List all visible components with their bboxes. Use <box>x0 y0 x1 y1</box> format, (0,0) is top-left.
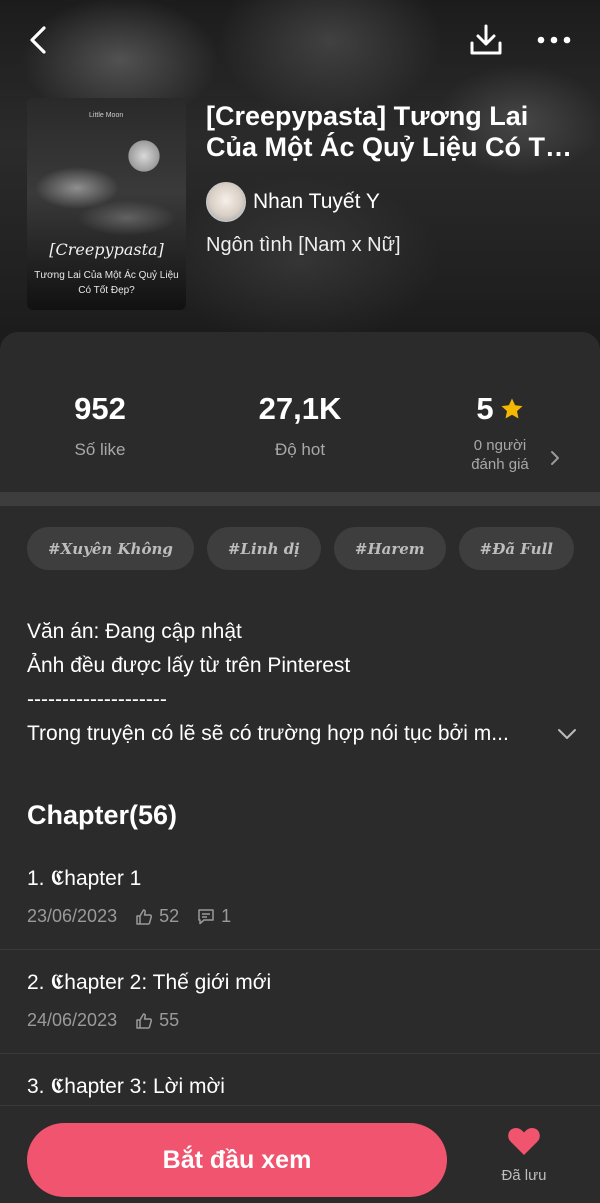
chapter-date: 24/06/2023 <box>27 1010 118 1030</box>
cover-subtitle: Tương Lai Của Một Ác Quỷ Liệu Có Tốt Đẹp… <box>34 270 179 296</box>
author-name[interactable]: Nhan Tuyết Y <box>253 190 380 214</box>
likes-label: Số like <box>74 440 126 459</box>
tag-chip[interactable]: #Linh dị <box>206 527 321 570</box>
chapter-title: 3. 𝕮hapter 3: Lời mời <box>27 1075 225 1098</box>
chapter-likes: 52 <box>159 906 180 926</box>
save-button[interactable]: Đã lưu <box>480 1126 568 1184</box>
chapter-title: 1. 𝕮hapter 1 <box>27 867 142 890</box>
cover-small-text: Little Moon <box>89 112 124 119</box>
heart-icon <box>508 1127 540 1155</box>
description[interactable]: Văn án: Đang cập nhật Ảnh đều được lấy t… <box>27 615 577 751</box>
rating-value: 5 <box>476 391 494 426</box>
top-bar <box>0 0 600 84</box>
rating-count-label-2: đánh giá <box>471 456 529 473</box>
star-icon <box>501 398 523 419</box>
description-line: Ảnh đều được lấy từ trên Pinterest <box>27 654 351 677</box>
download-button[interactable] <box>462 16 510 64</box>
section-divider <box>0 492 600 506</box>
back-icon <box>30 26 46 54</box>
book-title: [Creepypasta] Tương Lai Của Một Ác Quỷ L… <box>206 101 571 162</box>
rating-count-label: 0 người <box>473 437 527 454</box>
chapter-date: 23/06/2023 <box>27 906 118 926</box>
chapter-item[interactable]: 1. 𝕮hapter 1 23/06/2023 52 1 <box>0 846 600 950</box>
thumb-up-icon <box>136 908 153 925</box>
stat-hot: 27,1K Độ hot <box>200 390 400 460</box>
stat-likes: 952 Số like <box>0 390 200 460</box>
download-icon <box>470 24 502 55</box>
tag-chip[interactable]: #Xuyên Không <box>27 527 194 570</box>
comment-icon <box>198 908 214 924</box>
tag-chip[interactable]: #Harem <box>333 527 446 570</box>
chapter-likes: 55 <box>159 1010 180 1030</box>
author-avatar[interactable] <box>206 182 246 222</box>
thumb-up-icon <box>136 1012 153 1029</box>
chevron-right-icon[interactable] <box>549 449 561 467</box>
description-line: Trong truyện có lẽ sẽ có trường hợp nói … <box>27 722 509 745</box>
tag-list: #Xuyên Không #Linh dị #Harem #Đã Full <box>27 527 574 570</box>
chapter-title: 2. 𝕮hapter 2: Thế giới mới <box>27 971 272 994</box>
bottom-action-bar: Bắt đầu xem Đã lưu <box>0 1105 600 1203</box>
back-button[interactable] <box>14 16 62 64</box>
saved-label: Đã lưu <box>501 1167 547 1184</box>
chapters-header: Chapter(56) <box>27 800 178 830</box>
cover-title: [Creepypasta] <box>49 240 164 259</box>
hot-count: 27,1K <box>258 391 342 426</box>
chapter-comments: 1 <box>221 906 232 926</box>
more-icon <box>537 36 571 44</box>
chapter-item[interactable]: 2. 𝕮hapter 2: Thế giới mới 24/06/2023 55 <box>0 950 600 1054</box>
start-reading-button[interactable]: Bắt đầu xem <box>27 1123 447 1197</box>
more-button[interactable] <box>530 16 578 64</box>
hot-label: Độ hot <box>274 440 326 459</box>
tag-chip[interactable]: #Đã Full <box>458 527 574 570</box>
description-divider: -------------------- <box>27 688 167 711</box>
book-cover[interactable]: Little Moon [Creepypasta] Tương Lai Của … <box>27 98 186 310</box>
description-line: Văn án: Đang cập nhật <box>27 620 242 643</box>
genre-label: Ngôn tình [Nam x Nữ] <box>206 234 401 256</box>
stat-rating[interactable]: 5 0 người đánh giá <box>400 390 600 474</box>
likes-count: 952 <box>74 391 126 426</box>
chevron-down-icon[interactable] <box>557 727 577 741</box>
